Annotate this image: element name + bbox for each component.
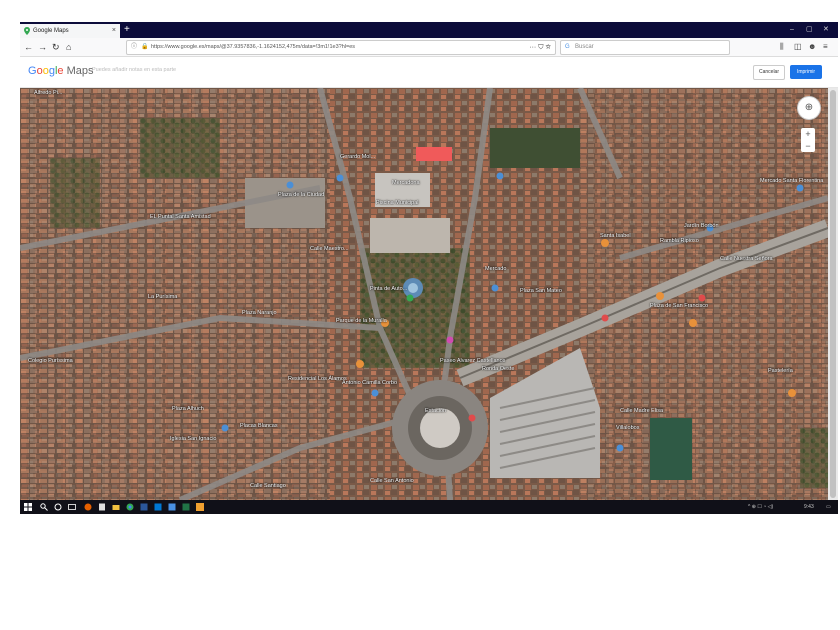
url-text: https://www.google.es/maps/@37.9357836,-… bbox=[151, 44, 356, 50]
reload-icon[interactable]: ↻ bbox=[52, 40, 60, 54]
tab-title: Google Maps bbox=[33, 28, 69, 34]
notes-input[interactable]: Puedes añadir notas en esta parte bbox=[92, 67, 176, 73]
account-icon[interactable]: ☻ bbox=[808, 40, 816, 54]
map-label: Estación bbox=[425, 408, 447, 414]
maps-print-header: Google Maps Puedes añadir notas en esta … bbox=[20, 57, 838, 88]
map-label: Mercado bbox=[485, 266, 507, 272]
forward-icon[interactable]: → bbox=[38, 40, 47, 54]
map-label: Santa Isabel bbox=[600, 233, 631, 239]
search-placeholder: Buscar bbox=[575, 44, 594, 50]
url-bar[interactable]: ⓘ 🔒 https://www.google.es/maps/@37.93578… bbox=[126, 40, 556, 55]
map-label: Villalobos bbox=[616, 425, 640, 431]
map-label: Calle Nuestra Señora bbox=[720, 256, 773, 262]
page-scrollbar[interactable] bbox=[828, 88, 838, 500]
map-label: Pinta de Auto... bbox=[370, 286, 408, 292]
app-icon[interactable] bbox=[140, 503, 148, 511]
map-label: Alfredo Pi... bbox=[34, 90, 63, 96]
windows-start-icon[interactable] bbox=[24, 503, 32, 511]
sidebar-icon[interactable]: ◫ bbox=[794, 40, 802, 54]
map-label: Plaza de la Ciudad bbox=[278, 192, 325, 198]
map-label: Ronda Oeste bbox=[482, 366, 515, 372]
excel-icon[interactable] bbox=[182, 503, 190, 511]
firefox-icon[interactable] bbox=[84, 503, 92, 511]
task-view-icon[interactable] bbox=[68, 503, 76, 511]
map-label: Paseo Alvarez Castellanos bbox=[440, 358, 506, 364]
close-window-button[interactable]: ✕ bbox=[823, 22, 829, 38]
map-label: Plaza San Mateo bbox=[520, 288, 562, 294]
map-label: Plaza de San Francisco bbox=[650, 303, 709, 309]
map-label: Mercadona bbox=[392, 180, 420, 186]
new-tab-button[interactable]: + bbox=[124, 23, 130, 37]
chrome-icon[interactable] bbox=[126, 503, 134, 511]
clock[interactable]: 9:43 bbox=[804, 500, 814, 514]
file-icon[interactable] bbox=[98, 503, 106, 511]
taskbar: ^ ⊕ ☐ ◔ ◁) 9:43 ▭ bbox=[20, 500, 838, 514]
site-info-icon[interactable]: ⓘ bbox=[131, 41, 137, 54]
page-actions-icon[interactable]: ··· ⛉ ☆ bbox=[529, 41, 551, 54]
home-icon[interactable]: ⌂ bbox=[66, 40, 71, 54]
tab-close-icon[interactable]: × bbox=[112, 24, 116, 38]
zoom-control: + − bbox=[801, 128, 815, 152]
cortana-icon[interactable] bbox=[54, 503, 62, 511]
print-button[interactable]: Imprimir bbox=[790, 65, 822, 79]
app-icon[interactable] bbox=[154, 503, 162, 511]
screen: Google Maps × + – ▢ ✕ ← → ↻ ⌂ ⓘ 🔒 https:… bbox=[20, 22, 838, 514]
highlight-marker bbox=[416, 147, 452, 161]
browser-tab-bar: Google Maps × + – ▢ ✕ bbox=[20, 22, 838, 38]
search-icon[interactable] bbox=[40, 503, 48, 511]
map-label: Calle Maestro... bbox=[310, 246, 349, 252]
map-label: Jardín Borbón bbox=[684, 223, 719, 229]
google-maps-logo: Google Maps bbox=[28, 65, 94, 77]
cancel-button[interactable]: Cancelar bbox=[753, 65, 785, 80]
app-icon[interactable] bbox=[196, 503, 204, 511]
compass-icon[interactable]: ⊕ bbox=[797, 96, 821, 120]
map-label: Pastelería bbox=[768, 368, 793, 374]
map-label: Mercado Santa Florentina bbox=[760, 178, 824, 184]
app-icon[interactable] bbox=[168, 503, 176, 511]
browser-search-input[interactable]: G Buscar bbox=[560, 40, 730, 55]
maximize-button[interactable]: ▢ bbox=[806, 22, 813, 38]
system-tray[interactable]: ^ ⊕ ☐ ◔ ◁) bbox=[748, 500, 773, 514]
library-icon[interactable]: ⫼ bbox=[780, 40, 784, 54]
map-label: Iglesia San Ignacio bbox=[170, 436, 217, 442]
map-label: Piscina Municipal bbox=[376, 200, 419, 206]
maps-pin-icon bbox=[24, 27, 30, 35]
zoom-out-button[interactable]: − bbox=[801, 140, 815, 152]
scrollbar-thumb[interactable] bbox=[830, 90, 836, 498]
satellite-map[interactable]: Alfredo Pi... Gerardo Mol... EL Puntal S… bbox=[20, 88, 828, 500]
lock-icon: 🔒 bbox=[141, 44, 149, 50]
map-label: Gerardo Mol... bbox=[340, 154, 376, 160]
map-label: Residencial Los Álamos bbox=[288, 376, 347, 382]
browser-nav-bar: ← → ↻ ⌂ ⓘ 🔒 https://www.google.es/maps/@… bbox=[20, 38, 838, 57]
map-label: Rambla Ripioso bbox=[660, 238, 699, 244]
map-label: Colegio Puríssima bbox=[28, 358, 73, 364]
map-label: Parque de la Muralla bbox=[336, 318, 387, 324]
map-label: Plaza Naranjo bbox=[242, 310, 277, 316]
map-label: La Purísima bbox=[148, 294, 178, 300]
browser-tab[interactable]: Google Maps × bbox=[20, 24, 120, 38]
back-icon[interactable]: ← bbox=[24, 40, 33, 54]
map-label: Plaza Alhuch bbox=[172, 406, 204, 412]
map-label: Calle Madre Elisa bbox=[620, 408, 664, 414]
map-label: Calle Santiago bbox=[250, 483, 286, 489]
map-label: EL Puntal Santa Amistad bbox=[150, 214, 211, 220]
notifications-icon[interactable]: ▭ bbox=[826, 500, 831, 514]
folder-icon[interactable] bbox=[112, 503, 120, 511]
map-label: Calle San Antonio bbox=[370, 478, 414, 484]
menu-icon[interactable]: ≡ bbox=[823, 40, 828, 54]
minimize-button[interactable]: – bbox=[790, 22, 794, 38]
search-icon: G bbox=[565, 44, 570, 50]
zoom-in-button[interactable]: + bbox=[801, 128, 815, 140]
map-label: Placas Blancas bbox=[240, 423, 278, 429]
map-label: Antonio Camilla Corbo bbox=[342, 380, 398, 386]
